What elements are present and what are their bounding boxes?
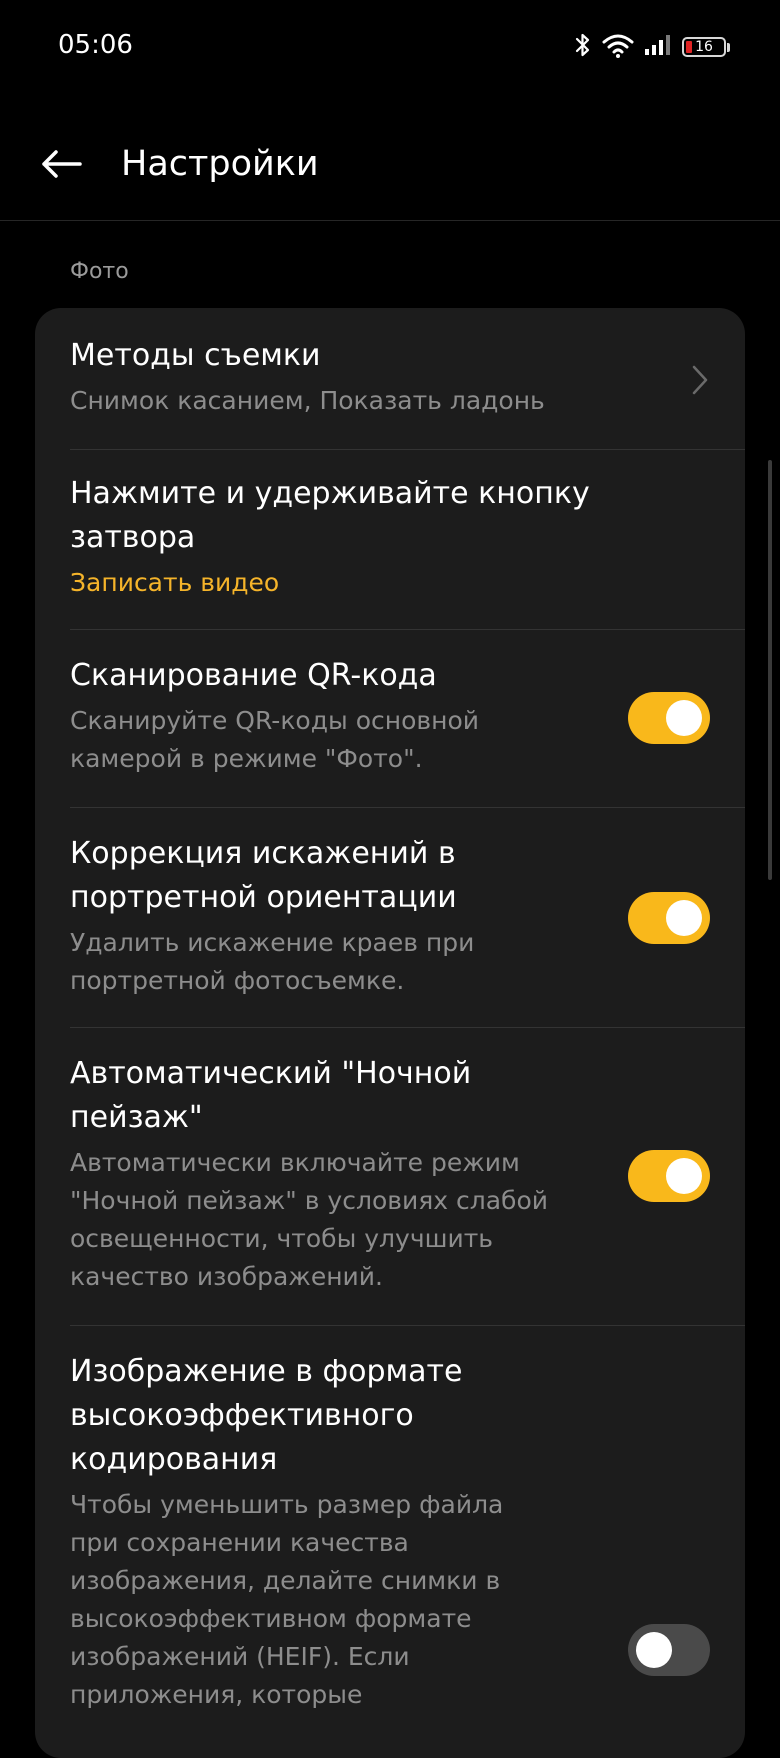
status-time: 05:06 — [58, 30, 133, 60]
toggle-knob — [636, 1632, 672, 1668]
divider — [70, 1027, 745, 1028]
section-label: Фото — [70, 259, 129, 284]
signal-icon — [644, 33, 672, 61]
setting-heif: Изображение в формате высокоэффективного… — [70, 1350, 540, 1714]
status-icons: 16 — [574, 32, 730, 62]
arrow-left-icon — [40, 148, 84, 184]
setting-title: Автоматический "Ночной пейзаж" — [70, 1056, 472, 1135]
setting-title: Методы съемки — [70, 338, 321, 373]
battery-icon: 16 — [682, 37, 726, 57]
battery-percent: 16 — [695, 39, 713, 55]
setting-subtitle: Чтобы уменьшить размер файла при сохране… — [70, 1490, 504, 1709]
setting-auto-night: Автоматический "Ночной пейзаж" Автоматич… — [70, 1052, 610, 1296]
setting-qr-scan: Сканирование QR-кода Сканируйте QR-коды … — [70, 654, 590, 778]
setting-title: Нажмите и удерживайте кнопку затвора — [70, 476, 590, 555]
page-title: Настройки — [121, 144, 319, 184]
toggle-knob — [666, 1158, 702, 1194]
setting-portrait-distortion: Коррекция искажений в портретной ориента… — [70, 832, 590, 1000]
divider — [70, 629, 745, 630]
setting-title: Изображение в формате высокоэффективного… — [70, 1354, 463, 1477]
bluetooth-icon — [574, 32, 592, 62]
setting-title: Сканирование QR-кода — [70, 658, 437, 693]
auto-night-toggle[interactable] — [628, 1150, 710, 1202]
setting-subtitle: Сканируйте QR-коды основной камерой в ре… — [70, 706, 479, 773]
status-bar: 05:06 16 — [0, 0, 780, 96]
divider — [70, 449, 745, 450]
setting-subtitle: Автоматически включайте режим "Ночной пе… — [70, 1148, 549, 1291]
setting-subtitle: Удалить искажение краев при портретной ф… — [70, 928, 475, 995]
setting-subtitle: Снимок касанием, Показать ладонь — [70, 386, 545, 415]
settings-card: Методы съемки Снимок касанием, Показать … — [35, 308, 745, 1758]
back-button[interactable] — [36, 140, 88, 192]
divider — [70, 1325, 745, 1326]
toggle-knob — [666, 700, 702, 736]
qr-scan-toggle[interactable] — [628, 692, 710, 744]
wifi-icon — [602, 32, 634, 62]
chevron-right-icon[interactable] — [685, 360, 715, 400]
portrait-distortion-toggle[interactable] — [628, 892, 710, 944]
app-header: Настройки — [0, 110, 780, 221]
setting-shooting-methods[interactable]: Методы съемки Снимок касанием, Показать … — [70, 334, 745, 420]
battery-cap — [727, 42, 730, 52]
heif-toggle[interactable] — [628, 1624, 710, 1676]
setting-title: Коррекция искажений в портретной ориента… — [70, 836, 457, 915]
divider — [70, 807, 745, 808]
scrollbar[interactable] — [768, 460, 772, 880]
toggle-knob — [666, 900, 702, 936]
setting-shutter-hold[interactable]: Нажмите и удерживайте кнопку затвора Зап… — [70, 472, 630, 602]
setting-value: Записать видео — [70, 568, 280, 597]
